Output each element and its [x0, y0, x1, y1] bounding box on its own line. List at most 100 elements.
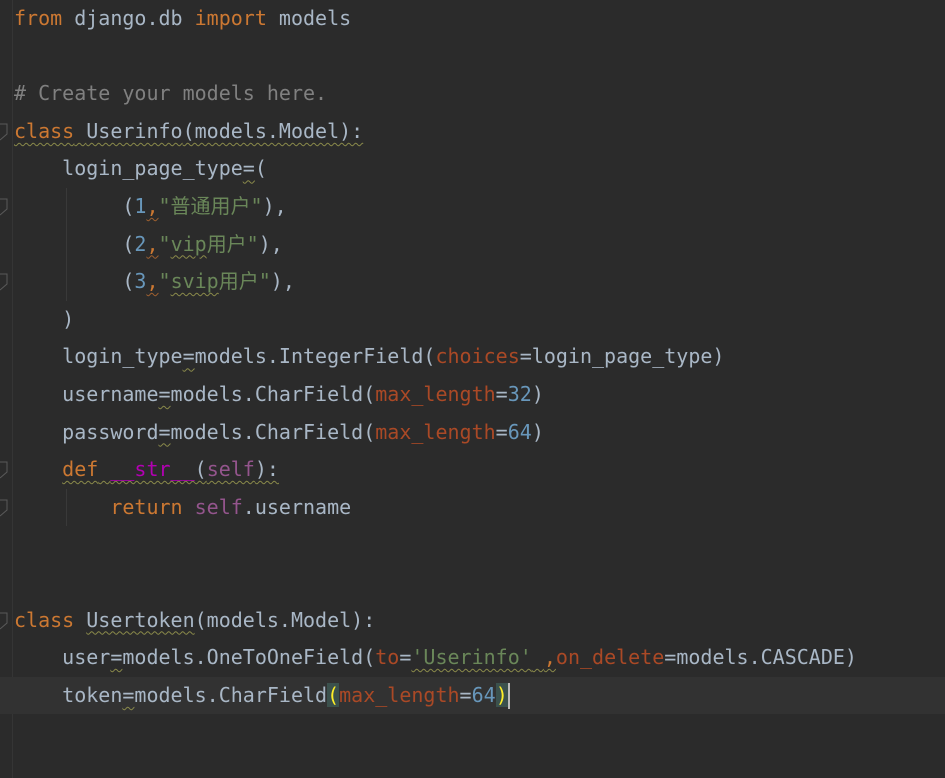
code-token: = [110, 645, 123, 670]
code-token: 'Userinfo' [411, 645, 532, 670]
code-text: (3,"svip用户"), [14, 263, 295, 300]
code-text: def __str__(self): [14, 451, 279, 488]
code-token: import [194, 6, 267, 30]
code-token: user [14, 645, 111, 670]
code-token: username [14, 382, 159, 406]
code-text: login_page_type=( [14, 150, 267, 187]
code-token: = [495, 382, 508, 406]
code-token: 3 [134, 269, 147, 294]
code-token: ): [254, 457, 279, 482]
code-line[interactable]: password=models.CharField(max_length=64) [0, 414, 945, 451]
code-token: "普通用户" [158, 194, 263, 218]
code-token: login_type [14, 344, 183, 369]
code-token: =login_page_type) [519, 344, 725, 369]
code-token: = [122, 682, 135, 707]
code-token: = [158, 419, 171, 444]
code-token: 用户" [218, 269, 271, 294]
code-token: password [14, 419, 159, 444]
code-token: __str__ [110, 457, 195, 482]
code-token: models.CharField( [170, 382, 376, 406]
code-token: vip [170, 231, 207, 256]
code-line[interactable]: (3,"svip用户"), [0, 263, 945, 300]
code-line[interactable]: token=models.CharField(max_length=64) [0, 676, 945, 714]
code-line[interactable]: from django.db import models [0, 0, 945, 37]
code-line[interactable]: return self.username [0, 489, 945, 526]
code-line[interactable]: login_type=models.IntegerField(choices=l… [0, 338, 945, 375]
code-text: (2,"vip用户"), [14, 226, 282, 263]
code-token: = [242, 156, 255, 181]
code-token: 1 [134, 194, 147, 218]
code-text: username=models.CharField(max_length=32) [14, 376, 544, 413]
code-token: login_page_type [14, 156, 243, 181]
code-token: models.IntegerField( [194, 344, 436, 369]
code-line[interactable]: user=models.OneToOneField(to='Userinfo' … [0, 639, 945, 676]
code-text: class Usertoken(models.Model): [14, 602, 375, 639]
code-text: # Create your models here. [14, 75, 327, 112]
code-line[interactable]: login_page_type=( [0, 150, 945, 187]
code-token: max_length [375, 382, 496, 406]
code-token: ( [14, 231, 135, 256]
code-token: models.OneToOneField( [122, 645, 376, 670]
code-text: user=models.OneToOneField(to='Userinfo' … [14, 639, 857, 676]
code-token: self [206, 457, 255, 482]
code-token: ( [254, 156, 267, 181]
code-token: ), [270, 269, 295, 294]
code-line[interactable] [0, 526, 945, 563]
code-text: ) [14, 301, 74, 338]
code-text: return self.username [14, 489, 351, 526]
code-line[interactable]: class Usertoken(models.Model): [0, 602, 945, 639]
code-line[interactable]: (2,"vip用户"), [0, 226, 945, 263]
code-token: (models.Model): [194, 607, 376, 632]
code-token: " [158, 269, 171, 294]
code-line[interactable]: username=models.CharField(max_length=32) [0, 376, 945, 413]
code-text: token=models.CharField(max_length=64) [14, 677, 510, 714]
code-line[interactable]: class Userinfo(models.Model): [0, 113, 945, 150]
code-token: ) [495, 682, 508, 707]
code-token: token [14, 682, 123, 707]
code-token: ) [531, 419, 544, 444]
code-token: ), [262, 194, 287, 218]
code-token: , [146, 194, 159, 218]
code-line[interactable] [0, 38, 945, 75]
code-text: from django.db import models [14, 0, 351, 37]
code-line[interactable]: ) [0, 301, 945, 338]
code-token: .username [242, 494, 352, 519]
code-line[interactable] [0, 564, 945, 601]
code-token: models.CharField [134, 682, 328, 707]
code-line[interactable]: def __str__(self): [0, 451, 945, 488]
code-token: 64 [507, 419, 532, 444]
code-token: svip [170, 269, 219, 294]
code-text: login_type=models.IntegerField(choices=l… [14, 338, 724, 375]
indent-guide [66, 188, 67, 301]
code-token: ( [327, 682, 340, 707]
indent-guide [66, 488, 67, 527]
code-token: = [399, 645, 412, 670]
code-line[interactable]: # Create your models here. [0, 75, 945, 112]
code-token: = [158, 382, 171, 406]
code-token: ( [194, 457, 207, 482]
code-token: django.db [62, 6, 195, 30]
code-token: 64 [471, 682, 496, 707]
code-token: , [146, 231, 159, 256]
code-editor[interactable]: from django.db import models # Create you… [0, 0, 945, 778]
code-token: ( [14, 269, 135, 294]
code-token: def [62, 457, 99, 482]
code-token: ) [14, 306, 75, 331]
code-line[interactable]: (1,"普通用户"), [0, 188, 945, 225]
code-token: on_delete [555, 645, 665, 670]
code-token: = [495, 419, 508, 444]
code-token: class [14, 118, 75, 143]
code-token: 32 [507, 382, 532, 406]
code-token: max_length [339, 682, 460, 707]
code-token: 用户" [206, 231, 259, 256]
code-token: # Create your models here. [14, 81, 328, 106]
code-token: =models.CASCADE) [664, 645, 857, 670]
code-token: (models.Model): [182, 118, 364, 143]
code-token: return [110, 494, 183, 519]
code-token: models [266, 6, 352, 30]
